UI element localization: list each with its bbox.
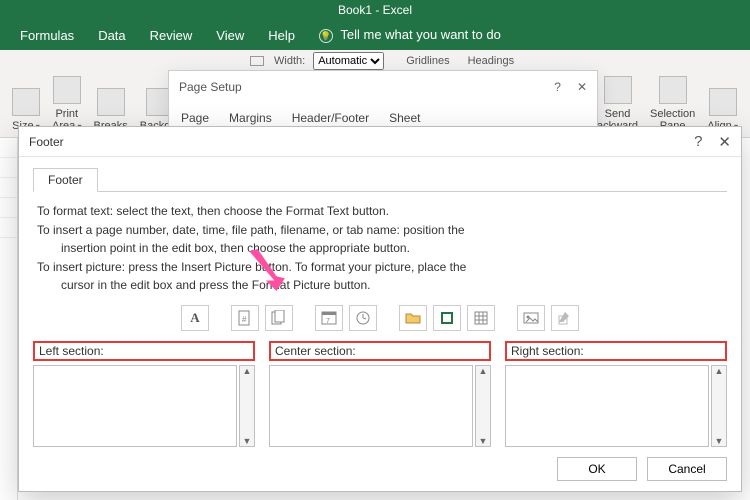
- insert-time-button[interactable]: [349, 305, 377, 331]
- left-section-scrollbar[interactable]: ▲▼: [239, 365, 255, 447]
- insert-picture-button[interactable]: [517, 305, 545, 331]
- ok-button[interactable]: OK: [557, 457, 637, 481]
- tab-view[interactable]: View: [216, 28, 244, 43]
- center-section-column: Center section: ▲▼: [269, 341, 491, 447]
- send-backward-button[interactable]: Send ackward: [591, 54, 644, 134]
- size-icon: [12, 88, 40, 116]
- app-title: Book1 - Excel: [338, 3, 412, 17]
- right-section-label: Right section:: [505, 341, 727, 361]
- right-section-input[interactable]: [505, 365, 709, 447]
- page-setup-title: Page Setup: [179, 80, 242, 94]
- page-setup-close-button[interactable]: ✕: [577, 80, 587, 94]
- page-setup-help-button[interactable]: ?: [554, 80, 561, 94]
- print-area-button[interactable]: Print Area: [46, 54, 88, 134]
- footer-tab[interactable]: Footer: [33, 168, 98, 192]
- send-backward-icon: [604, 76, 632, 104]
- breaks-button[interactable]: Breaks: [88, 54, 134, 134]
- tell-me[interactable]: 💡 Tell me what you want to do: [319, 27, 501, 44]
- center-section-label: Center section:: [269, 341, 491, 361]
- width-select[interactable]: Automatic: [313, 52, 384, 70]
- right-section-scrollbar[interactable]: ▲▼: [711, 365, 727, 447]
- insert-date-button[interactable]: 7: [315, 305, 343, 331]
- width-label: Width:: [274, 55, 305, 67]
- instr-line-1: To format text: select the text, then ch…: [37, 202, 723, 221]
- print-area-icon: [53, 76, 81, 104]
- footer-dialog-buttons: OK Cancel: [557, 457, 727, 481]
- right-section-column: Right section: ▲▼: [505, 341, 727, 447]
- insert-sheet-name-button[interactable]: [467, 305, 495, 331]
- instr-line-3a: To insert picture: press the Insert Pict…: [37, 258, 723, 277]
- footer-dialog-close-button[interactable]: ✕: [718, 133, 731, 151]
- footer-instructions: To format text: select the text, then ch…: [19, 192, 741, 299]
- tab-review[interactable]: Review: [150, 28, 193, 43]
- width-icon: [250, 56, 264, 66]
- insert-file-path-button[interactable]: [399, 305, 427, 331]
- left-section-column: Left section: ▲▼: [33, 341, 255, 447]
- footer-sections: Left section: ▲▼ Center section: ▲▼ Righ…: [19, 341, 741, 447]
- app-titlebar: Book1 - Excel: [0, 0, 750, 20]
- footer-dialog-title: Footer: [29, 135, 64, 149]
- ribbon-right-group: Send ackward Selection Pane Align: [591, 54, 744, 134]
- gridlines-label[interactable]: Gridlines: [406, 55, 449, 67]
- selection-pane-icon: [659, 76, 687, 104]
- instr-line-3b: cursor in the edit box and press the For…: [37, 276, 723, 295]
- insert-number-of-pages-button[interactable]: [265, 305, 293, 331]
- headings-label[interactable]: Headings: [468, 55, 514, 67]
- size-button[interactable]: Size: [6, 54, 46, 134]
- left-section-input[interactable]: [33, 365, 237, 447]
- ribbon-tabstrip: Formulas Data Review View Help 💡 Tell me…: [0, 20, 750, 50]
- align-button[interactable]: Align: [701, 54, 744, 134]
- format-text-button[interactable]: A: [181, 305, 209, 331]
- footer-toolbar: A # 7: [19, 299, 741, 341]
- ribbon-scale-row: Width: Automatic Gridlines Headings: [250, 52, 514, 70]
- center-section-scrollbar[interactable]: ▲▼: [475, 365, 491, 447]
- selection-pane-button[interactable]: Selection Pane: [644, 54, 701, 134]
- svg-text:#: #: [242, 315, 247, 324]
- left-section-label: Left section:: [33, 341, 255, 361]
- insert-page-number-button[interactable]: #: [231, 305, 259, 331]
- center-section-input[interactable]: [269, 365, 473, 447]
- cancel-button[interactable]: Cancel: [647, 457, 727, 481]
- breaks-icon: [97, 88, 125, 116]
- align-icon: [709, 88, 737, 116]
- tell-me-label: Tell me what you want to do: [340, 27, 500, 42]
- tab-help[interactable]: Help: [268, 28, 295, 43]
- svg-text:7: 7: [326, 318, 330, 325]
- instr-line-2b: insertion point in the edit box, then ch…: [37, 239, 723, 258]
- insert-file-name-button[interactable]: [433, 305, 461, 331]
- tab-data[interactable]: Data: [98, 28, 125, 43]
- footer-dialog: Footer ? ✕ Footer To format text: select…: [18, 126, 742, 492]
- tab-formulas[interactable]: Formulas: [20, 28, 74, 43]
- footer-dialog-help-button[interactable]: ?: [694, 133, 702, 151]
- instr-line-2a: To insert a page number, date, time, fil…: [37, 221, 723, 240]
- sheet-edge: [0, 138, 18, 500]
- format-picture-button[interactable]: [551, 305, 579, 331]
- lightbulb-icon: 💡: [319, 29, 333, 43]
